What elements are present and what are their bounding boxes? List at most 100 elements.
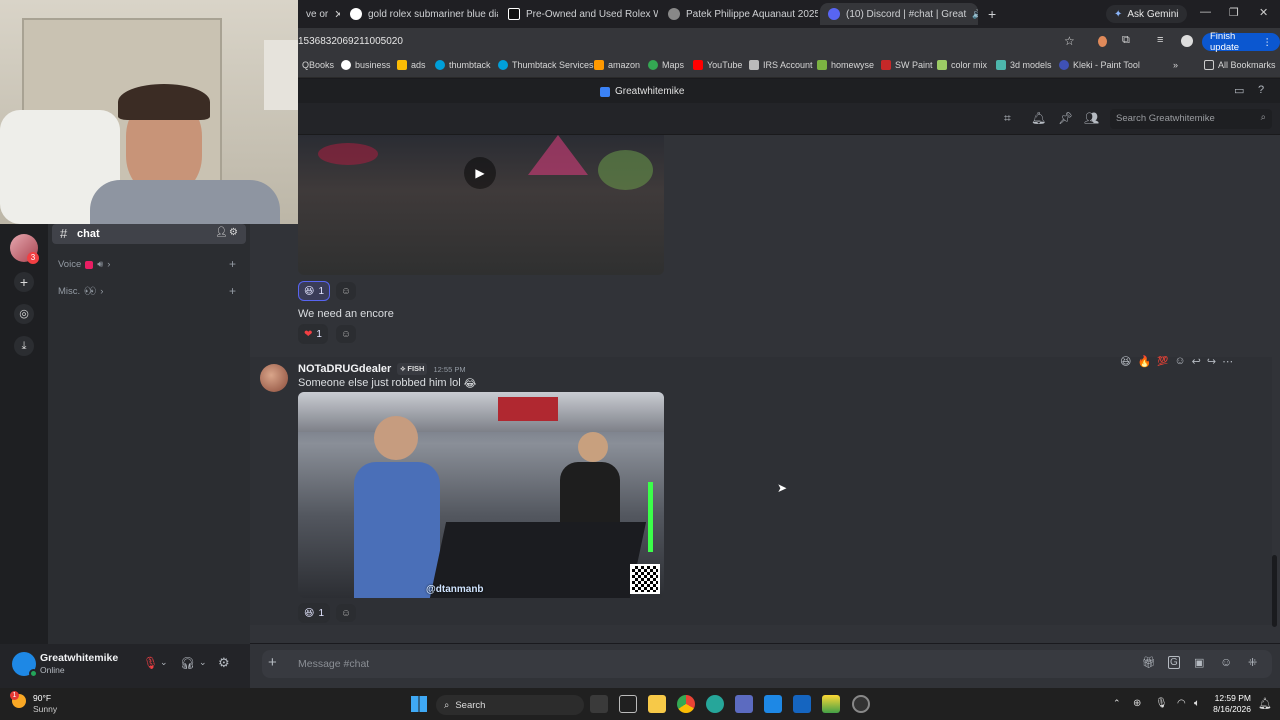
add-server-icon[interactable]: +: [14, 272, 34, 292]
muted-mic-icon[interactable]: 🎙︎: [143, 656, 158, 670]
browser-tab-4[interactable]: Patek Philippe Aquanaut 2025 I✕: [660, 3, 818, 25]
clock-time[interactable]: 12:59 PM: [1213, 693, 1251, 703]
browser-tab-discord[interactable]: (10) Discord | #chat | Great🔊✕: [820, 3, 978, 25]
wifi-icon[interactable]: ◠: [1177, 698, 1186, 709]
gift-icon[interactable]: 🎁︎: [1142, 656, 1156, 669]
bookmark-item[interactable]: thumbtack: [435, 60, 491, 70]
add-attachment-icon[interactable]: +: [268, 654, 277, 671]
new-tab-button[interactable]: +: [980, 3, 1000, 25]
category-misc[interactable]: Misc. 👀︎ ›: [58, 286, 103, 297]
help-icon[interactable]: ?: [1258, 84, 1264, 96]
gear-icon[interactable]: ⚙: [218, 655, 230, 671]
star-icon[interactable]: ☆: [1064, 34, 1075, 48]
extension-icon[interactable]: [1098, 36, 1107, 47]
play-icon[interactable]: ▶: [464, 157, 496, 189]
member-list-icon[interactable]: 👥︎: [1084, 111, 1099, 125]
browser-tab-2[interactable]: gold rolex submariner blue dia✕: [342, 3, 498, 25]
reaction-laugh[interactable]: 😆 1: [298, 281, 330, 301]
finish-update-button[interactable]: Finish update ⋮: [1202, 31, 1280, 53]
close-icon[interactable]: ✕: [334, 8, 340, 21]
reaction-heart[interactable]: ❤ 1: [298, 324, 328, 344]
add-reaction-button[interactable]: ☺: [336, 325, 356, 343]
apps-icon[interactable]: ⁜: [1248, 656, 1257, 669]
inbox-icon[interactable]: ▭: [1234, 84, 1244, 97]
threads-icon[interactable]: ⌗: [1004, 111, 1011, 126]
all-bookmarks-item[interactable]: All Bookmarks: [1204, 60, 1276, 70]
file-explorer-icon[interactable]: [648, 695, 666, 713]
bookmark-item[interactable]: homewyse: [817, 60, 874, 70]
scrollbar[interactable]: [1272, 555, 1277, 627]
chrome-icon[interactable]: [677, 695, 695, 713]
taskbar-search[interactable]: ⌕ Search: [436, 695, 584, 715]
gear-icon[interactable]: ⚙: [229, 227, 238, 238]
bookmark-item[interactable]: YouTube: [693, 60, 742, 70]
gif-icon[interactable]: G: [1168, 656, 1180, 669]
chevron-down-icon[interactable]: ⌄: [160, 657, 168, 668]
weather-temp[interactable]: 90°F: [33, 693, 51, 703]
minimize-button[interactable]: —: [1200, 6, 1211, 18]
task-view-icon[interactable]: [590, 695, 608, 713]
media-icon[interactable]: ≡: [1157, 34, 1163, 46]
add-reaction-button[interactable]: ☺: [336, 604, 356, 622]
chevron-up-icon[interactable]: ⌃: [1113, 698, 1121, 709]
headphones-icon[interactable]: 🎧︎: [180, 656, 195, 670]
bookmark-item[interactable]: 3d models: [996, 60, 1052, 70]
speaker-icon[interactable]: 🔊: [972, 9, 978, 20]
bookmark-item[interactable]: color mix: [937, 60, 987, 70]
image-attachment[interactable]: @dtanmanb: [298, 392, 664, 598]
reply-icon[interactable]: ↩: [1192, 355, 1201, 368]
fire-emoji-icon[interactable]: 🔥: [1137, 355, 1151, 368]
add-reaction-icon[interactable]: ☺: [1174, 355, 1185, 367]
add-reaction-button[interactable]: ☺: [336, 282, 356, 300]
hundred-emoji-icon[interactable]: 💯: [1157, 356, 1168, 367]
puzzle-icon[interactable]: ⧉: [1122, 34, 1130, 47]
add-channel-icon[interactable]: +: [229, 284, 236, 298]
chevron-down-icon[interactable]: ⌄: [199, 657, 207, 668]
search-input[interactable]: Search Greatwhitemike ⌕: [1110, 109, 1272, 129]
channel-item-chat[interactable]: # chat 👤︎ ⚙: [52, 224, 246, 244]
notification-bell-icon[interactable]: 🔔︎: [1258, 697, 1272, 710]
bookmark-item[interactable]: Thumbtack Services: [498, 60, 594, 70]
windows-start-icon[interactable]: [411, 696, 427, 712]
edge-icon[interactable]: [706, 695, 724, 713]
message-input[interactable]: + Message #chat 🎁︎ G ▣ ☺ ⁜: [262, 650, 1272, 678]
pin-icon[interactable]: 📌︎: [1058, 111, 1073, 125]
laugh-emoji-icon[interactable]: 😆: [1120, 355, 1131, 368]
calculator-icon[interactable]: [735, 695, 753, 713]
maximize-button[interactable]: ❐: [1229, 6, 1239, 19]
profile-avatar[interactable]: [1181, 35, 1193, 47]
invite-icon[interactable]: 👤︎: [215, 227, 228, 238]
close-window-button[interactable]: ✕: [1259, 6, 1268, 19]
bookmark-item[interactable]: Kleki - Paint Tool: [1059, 60, 1140, 70]
author-name[interactable]: NOTaDRUGdealer: [298, 363, 391, 375]
sticker-icon[interactable]: ▣: [1194, 656, 1204, 669]
url-text[interactable]: 1536832069211005020: [298, 36, 403, 47]
forward-icon[interactable]: ↪: [1207, 355, 1216, 368]
more-icon[interactable]: ⋯: [1222, 355, 1233, 368]
browser-tab-1[interactable]: ve or ✕: [298, 3, 340, 25]
microphone-icon[interactable]: 🎙︎: [1155, 698, 1168, 709]
bookmark-item[interactable]: IRS Account: [749, 60, 813, 70]
ask-gemini-button[interactable]: ✦ Ask Gemini: [1106, 5, 1187, 23]
bookmark-item[interactable]: amazon: [594, 60, 640, 70]
bookmark-item[interactable]: business: [341, 60, 391, 70]
emoji-icon[interactable]: ☺: [1220, 655, 1232, 669]
discover-icon[interactable]: ◎: [14, 304, 34, 324]
avatar[interactable]: [260, 364, 288, 392]
username[interactable]: Greatwhitemike: [40, 652, 118, 664]
bookmark-item[interactable]: ads: [397, 60, 426, 70]
add-channel-icon[interactable]: +: [229, 257, 236, 271]
volume-icon[interactable]: 🔈︎: [1194, 698, 1200, 709]
obs-icon[interactable]: [852, 695, 870, 713]
word-icon[interactable]: [793, 695, 811, 713]
notepad-icon[interactable]: [619, 695, 637, 713]
bookmark-item[interactable]: Maps: [648, 60, 684, 70]
sheets-icon[interactable]: [822, 695, 840, 713]
category-voice[interactable]: Voice 🔊︎ ›: [58, 259, 110, 270]
reaction-laugh[interactable]: 😆 1: [298, 603, 330, 623]
network-icon[interactable]: ⊕: [1133, 698, 1141, 709]
more-bookmarks-icon[interactable]: »: [1173, 60, 1178, 70]
download-icon[interactable]: ⤓: [14, 336, 34, 356]
bookmark-item[interactable]: QBooks: [302, 60, 334, 70]
video-attachment-1[interactable]: ▶: [298, 135, 664, 275]
